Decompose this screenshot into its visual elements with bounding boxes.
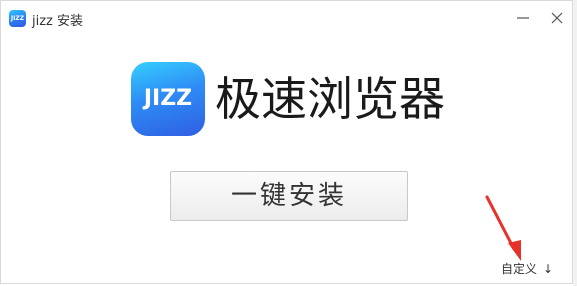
brand-logo: JIZZ [131,62,205,136]
close-icon [551,12,563,24]
custom-install-label: 自定义 [501,262,538,276]
product-name: 极速浏览器 [215,72,445,126]
minimize-button[interactable] [514,10,532,26]
installer-window: JIZZ jizz 安装 JIZZ 极速浏览器 一键安装 自定义 ↓ [0,0,573,284]
one-click-install-button[interactable]: 一键安装 [170,171,408,221]
title-bar[interactable]: JIZZ jizz 安装 [1,1,572,35]
custom-install-link[interactable]: 自定义 ↓ [501,260,553,277]
minimize-icon [517,17,529,19]
red-arrow-icon [485,195,521,261]
background-strip [573,0,577,286]
close-button[interactable] [548,9,566,27]
window-title: jizz 安装 [32,14,84,29]
app-icon: JIZZ [9,10,26,27]
arrow-down-icon: ↓ [543,262,554,276]
